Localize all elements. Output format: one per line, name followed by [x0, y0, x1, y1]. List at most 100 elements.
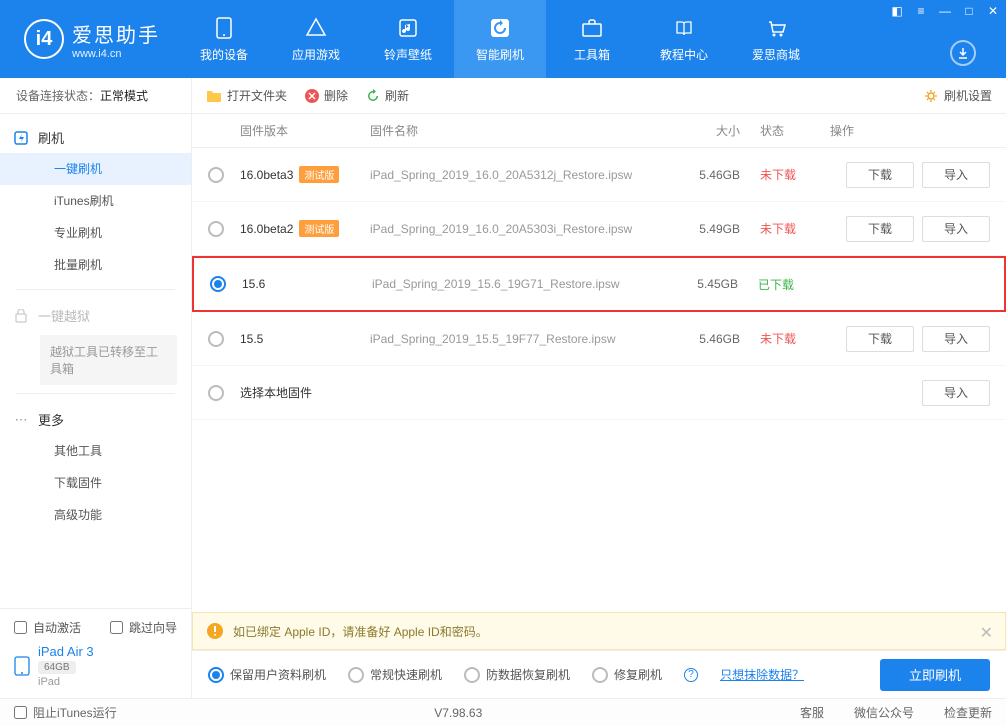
status-update[interactable]: 检查更新 [944, 704, 992, 721]
import-button[interactable]: 导入 [922, 216, 990, 242]
block-itunes-checkbox[interactable] [14, 706, 27, 719]
firmware-version: 15.6 [242, 277, 265, 291]
connection-status: 设备连接状态：正常模式 [0, 78, 191, 114]
minimize-icon[interactable]: — [938, 4, 952, 18]
flash-opt-antirecover[interactable]: 防数据恢复刷机 [464, 666, 570, 683]
alert-close-icon[interactable]: ✕ [980, 623, 993, 643]
sidebar-item-other[interactable]: 其他工具 [0, 435, 191, 467]
lock-icon [14, 309, 28, 323]
download-button[interactable] [950, 40, 976, 66]
delete-icon [305, 89, 319, 103]
sidebar-item-pro[interactable]: 专业刷机 [0, 217, 191, 249]
row-radio[interactable] [208, 221, 224, 237]
skin-icon[interactable]: ◧ [890, 4, 904, 18]
maximize-icon[interactable]: □ [962, 4, 976, 18]
app-name: 爱思助手 [72, 19, 160, 48]
sidebar-group-jailbreak: 一键越狱 [0, 298, 191, 331]
firmware-name: iPad_Spring_2019_16.0_20A5312j_Restore.i… [370, 168, 670, 182]
nav-tutorial[interactable]: 教程中心 [638, 0, 730, 78]
firmware-size: 5.46GB [670, 168, 740, 182]
header: i4 爱思助手 www.i4.cn 我的设备 应用游戏 铃声壁纸 智能刷机 工具… [0, 0, 1006, 78]
more-icon: ⋯ [14, 413, 28, 427]
logo-icon: i4 [24, 19, 64, 59]
skip-guide-checkbox[interactable] [110, 621, 123, 634]
download-button[interactable]: 下载 [846, 162, 914, 188]
flash-group-icon [14, 131, 28, 145]
jailbreak-note: 越狱工具已转移至工具箱 [40, 335, 177, 385]
download-button[interactable]: 下载 [846, 216, 914, 242]
sidebar-group-flash[interactable]: 刷机 [0, 120, 191, 153]
erase-link[interactable]: 只想抹除数据？ [720, 666, 804, 683]
firmware-version: 16.0beta3 [240, 168, 293, 182]
firmware-status: 已下载 [738, 276, 828, 293]
firmware-size: 5.49GB [670, 222, 740, 236]
firmware-version: 15.5 [240, 332, 263, 346]
device-block[interactable]: iPad Air 3 64GB iPad [14, 644, 177, 688]
nav-apps[interactable]: 应用游戏 [270, 0, 362, 78]
import-button[interactable]: 导入 [922, 326, 990, 352]
row-radio[interactable] [208, 385, 224, 401]
flash-opt-repair[interactable]: 修复刷机 [592, 666, 662, 683]
app-url: www.i4.cn [72, 48, 160, 60]
toolbar: 打开文件夹 删除 刷新 刷机设置 [192, 78, 1006, 114]
table-header: 固件版本 固件名称 大小 状态 操作 [192, 114, 1006, 148]
alert-bar: 如已绑定 Apple ID，请准备好 Apple ID和密码。 ✕ [192, 612, 1006, 650]
table-row[interactable]: 16.0beta2测试版iPad_Spring_2019_16.0_20A530… [192, 202, 1006, 256]
row-radio[interactable] [208, 167, 224, 183]
sidebar-item-oneclick[interactable]: 一键刷机 [0, 153, 191, 185]
firmware-size: 5.45GB [668, 277, 738, 291]
cart-icon [764, 16, 788, 40]
logo[interactable]: i4 爱思助手 www.i4.cn [0, 19, 178, 60]
menu-icon[interactable]: ≡ [914, 4, 928, 18]
flash-now-button[interactable]: 立即刷机 [880, 659, 990, 691]
open-folder-button[interactable]: 打开文件夹 [206, 87, 287, 104]
book-icon [672, 16, 696, 40]
sidebar-item-advanced[interactable]: 高级功能 [0, 499, 191, 531]
sidebar: 设备连接状态：正常模式 刷机 一键刷机 iTunes刷机 专业刷机 批量刷机 一… [0, 78, 192, 698]
beta-badge: 测试版 [299, 166, 339, 183]
close-icon[interactable]: ✕ [986, 4, 1000, 18]
gear-icon [924, 89, 938, 103]
firmware-status: 未下载 [740, 220, 830, 237]
sidebar-group-more[interactable]: ⋯ 更多 [0, 402, 191, 435]
row-radio[interactable] [210, 276, 226, 292]
settings-button[interactable]: 刷机设置 [924, 87, 992, 104]
toolbox-icon [580, 16, 604, 40]
nav-ringtone[interactable]: 铃声壁纸 [362, 0, 454, 78]
table-row[interactable]: 15.5iPad_Spring_2019_15.5_19F77_Restore.… [192, 312, 1006, 366]
help-icon[interactable]: ? [684, 668, 698, 682]
flash-options: 保留用户资料刷机 常规快速刷机 防数据恢复刷机 修复刷机 ? 只想抹除数据？ 立… [192, 650, 1006, 698]
import-button[interactable]: 导入 [922, 162, 990, 188]
sidebar-item-itunes[interactable]: iTunes刷机 [0, 185, 191, 217]
nav-my-device[interactable]: 我的设备 [178, 0, 270, 78]
table-row-local[interactable]: 选择本地固件导入 [192, 366, 1006, 420]
sidebar-item-download[interactable]: 下载固件 [0, 467, 191, 499]
status-wechat[interactable]: 微信公众号 [854, 704, 914, 721]
table-row[interactable]: 16.0beta3 测试版 iPad_Spring_2019_16.0_20A531… [192, 148, 1006, 202]
beta-badge: 测试版 [299, 220, 339, 237]
download-button[interactable]: 下载 [846, 326, 914, 352]
sidebar-item-batch[interactable]: 批量刷机 [0, 249, 191, 281]
nav-flash[interactable]: 智能刷机 [454, 0, 546, 78]
window-controls: ◧ ≡ — □ ✕ [890, 4, 1000, 18]
refresh-button[interactable]: 刷新 [366, 87, 409, 104]
refresh-icon [488, 16, 512, 40]
delete-button[interactable]: 删除 [305, 87, 348, 104]
row-radio[interactable] [208, 331, 224, 347]
auto-activate-checkbox[interactable] [14, 621, 27, 634]
device-icon [212, 16, 236, 40]
firmware-status: 未下载 [740, 166, 830, 183]
flash-opt-keep[interactable]: 保留用户资料刷机 [208, 666, 326, 683]
table-row[interactable]: 15.6iPad_Spring_2019_15.6_19G71_Restore.… [192, 256, 1006, 312]
ipad-icon [14, 656, 30, 676]
firmware-size: 5.46GB [670, 332, 740, 346]
flash-opt-normal[interactable]: 常规快速刷机 [348, 666, 442, 683]
nav-store[interactable]: 爱思商城 [730, 0, 822, 78]
device-type: iPad [38, 676, 94, 688]
music-icon [396, 16, 420, 40]
nav-toolbox[interactable]: 工具箱 [546, 0, 638, 78]
top-nav: 我的设备 应用游戏 铃声壁纸 智能刷机 工具箱 教程中心 爱思商城 [178, 0, 822, 78]
device-name: iPad Air 3 [38, 644, 94, 659]
import-button[interactable]: 导入 [922, 380, 990, 406]
status-service[interactable]: 客服 [800, 704, 824, 721]
